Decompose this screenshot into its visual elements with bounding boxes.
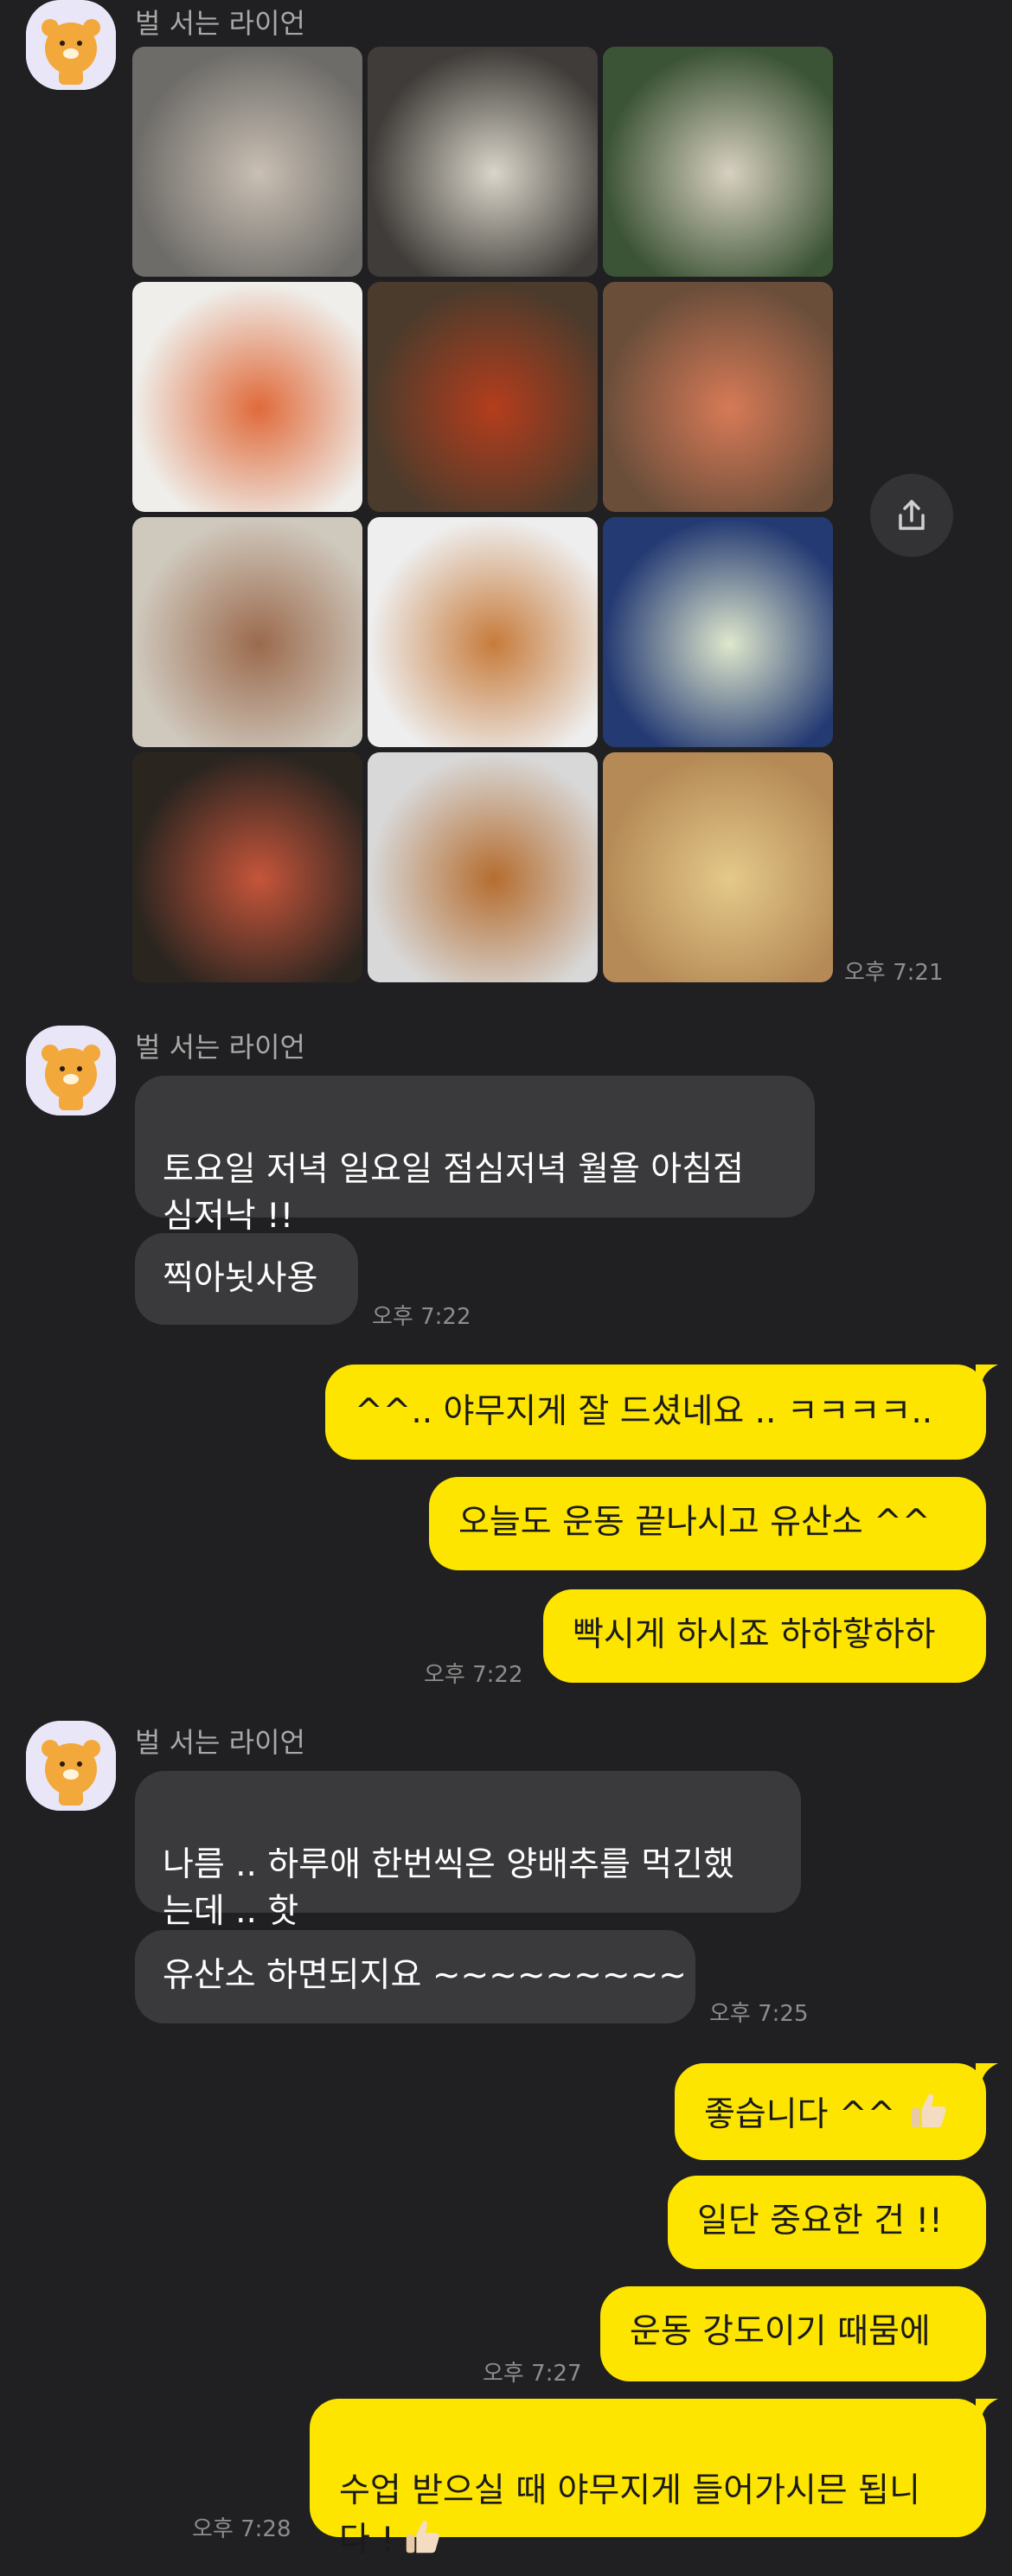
message-text: 빡시게 하시죠 하하핳하하 — [573, 1615, 936, 1654]
photo-salmon-rolls[interactable] — [132, 282, 362, 512]
message-time: 오후 7:27 — [483, 2361, 582, 2387]
photo-noodle-salad[interactable] — [603, 47, 833, 277]
photo-cheese-balls[interactable] — [603, 752, 833, 982]
message-text: 오늘도 운동 끝나시고 유산소 ^^ — [458, 1503, 931, 1542]
message-time: 오후 7:21 — [844, 960, 944, 986]
outgoing-message[interactable]: 좋습니다 ^^ — [675, 2063, 986, 2160]
message-time: 오후 7:28 — [192, 2516, 291, 2542]
avatar[interactable] — [26, 1026, 116, 1115]
share-icon — [899, 500, 925, 530]
thumbs-up-emoji-icon — [406, 2521, 439, 2554]
message-time: 오후 7:25 — [709, 2001, 809, 2027]
incoming-message[interactable]: 토요일 저녁 일요일 점심저녁 월욜 아침점 심저낙 !! — [135, 1076, 815, 1236]
share-button[interactable] — [870, 474, 953, 557]
outgoing-message[interactable]: 운동 강도이기 때뭄에 — [600, 2286, 986, 2381]
outgoing-message[interactable]: 일단 중요한 건 !! — [668, 2176, 986, 2269]
photo-jjajang[interactable] — [132, 752, 362, 982]
sender-name: 벌 서는 라이언 — [135, 1726, 305, 1759]
ryan-avatar-icon — [26, 1721, 116, 1811]
outgoing-message[interactable]: 빡시게 하시죠 하하핳하하 — [543, 1589, 986, 1683]
message-text: ^^.. 야무지게 잘 드셨네요 .. ㅋㅋㅋㅋ.. — [355, 1392, 933, 1431]
message-text: 나름 .. 하루애 한번씩은 양배추를 먹긴했 는데 .. 핫 — [163, 1845, 734, 1931]
outgoing-message[interactable]: ^^.. 야무지게 잘 드셨네요 .. ㅋㅋㅋㅋ.. — [325, 1365, 986, 1460]
sender-name: 벌 서는 라이언 — [135, 1031, 305, 1064]
outgoing-message[interactable]: 수업 받으실 때 야무지게 들어가시믄 됩니 다 ! — [310, 2399, 986, 2560]
message-text: 일단 중요한 건 !! — [697, 2202, 943, 2240]
photo-cafe-dessert[interactable] — [132, 47, 362, 277]
photo-seafood-pasta[interactable] — [368, 282, 598, 512]
thumbs-up-emoji-icon — [911, 2093, 946, 2127]
ryan-avatar-icon — [26, 1026, 116, 1115]
bubble-tail — [976, 1365, 998, 1387]
photo-grid[interactable] — [132, 47, 833, 986]
bubble-tail — [976, 2399, 998, 2421]
photo-gukbap[interactable] — [368, 47, 598, 277]
message-time: 오후 7:22 — [372, 1304, 471, 1330]
message-text: 유산소 하면되지요 ~~~~~~~~~ — [163, 1956, 687, 1995]
message-text: 찍아뇟사용 — [163, 1259, 318, 1298]
avatar[interactable] — [26, 0, 116, 90]
message-text: 운동 강도이기 때뭄에 — [630, 2312, 931, 2351]
incoming-message[interactable]: 나름 .. 하루애 한번씩은 양배추를 먹긴했 는데 .. 핫 — [135, 1771, 801, 1931]
message-time: 오후 7:22 — [424, 1662, 523, 1688]
bubble-tail — [976, 2063, 998, 2086]
message-text: 좋습니다 ^^ — [704, 2095, 896, 2134]
photo-toast-eggs[interactable] — [132, 517, 362, 747]
photo-cabbage-plate[interactable] — [603, 517, 833, 747]
incoming-message[interactable]: 유산소 하면되지요 ~~~~~~~~~ — [135, 1930, 695, 2023]
ryan-avatar-icon — [26, 0, 116, 90]
photo-fried-chicken[interactable] — [368, 752, 598, 982]
avatar[interactable] — [26, 1721, 116, 1811]
outgoing-message[interactable]: 오늘도 운동 끝나시고 유산소 ^^ — [429, 1477, 986, 1570]
photo-bun[interactable] — [368, 517, 598, 747]
sender-name: 벌 서는 라이언 — [135, 7, 305, 40]
photo-bread-soup[interactable] — [603, 282, 833, 512]
message-text: 토요일 저녁 일요일 점심저녁 월욜 아침점 심저낙 !! — [163, 1150, 744, 1236]
incoming-message[interactable]: 찍아뇟사용 — [135, 1233, 358, 1325]
